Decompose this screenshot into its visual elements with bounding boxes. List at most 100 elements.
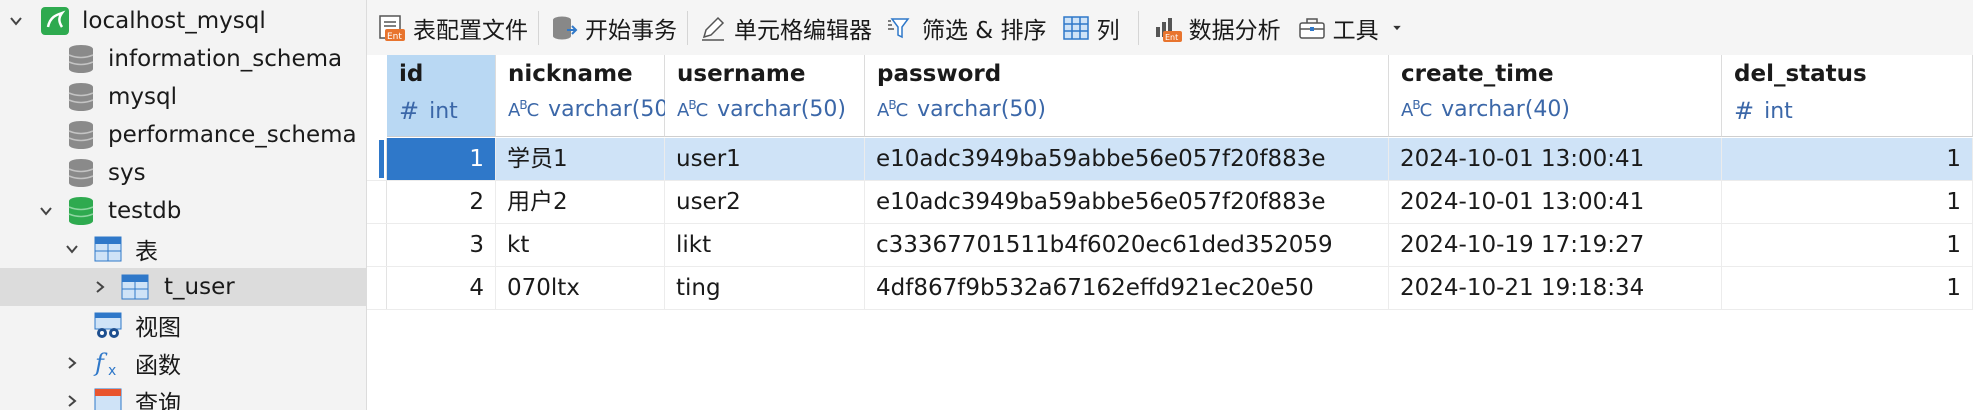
column-type: ABC varchar(50) [877, 97, 1046, 122]
cell-create-time[interactable]: 2024-10-19 17:19:27 [1389, 224, 1722, 266]
cell-nickname[interactable]: 070ltx [496, 267, 665, 309]
cell-password[interactable]: e10adc3949ba59abbe56e057f20f883e [865, 138, 1389, 180]
cell-password[interactable]: c33367701511b4f6020ec61ded352059 [865, 224, 1389, 266]
table-row[interactable]: 1 学员1 user1 e10adc3949ba59abbe56e057f20f… [367, 138, 1973, 181]
cell-create-time[interactable]: 2024-10-21 19:18:34 [1389, 267, 1722, 309]
data-grid: id # int nickname ABC varchar(50) username… [367, 55, 1973, 410]
svg-text:Ent: Ent [1165, 33, 1178, 42]
cell-id[interactable]: 4 [387, 267, 496, 309]
chevron-right-icon[interactable] [90, 277, 110, 297]
cell-username[interactable]: likt [665, 224, 865, 266]
begin-transaction-label: 开始事务 [585, 17, 677, 44]
tree-label: mysql [108, 84, 177, 110]
view-icon [94, 312, 122, 338]
table-row[interactable]: 3 kt likt c33367701511b4f6020ec61ded3520… [367, 224, 1973, 267]
chevron-down-icon[interactable] [6, 11, 26, 31]
text-type-icon: ABC [1401, 98, 1432, 121]
tree-item-database-open[interactable]: testdb [0, 192, 366, 230]
tree-label: t_user [164, 274, 235, 300]
table-profile-icon: Ent [379, 14, 405, 42]
column-type-label: int [1764, 98, 1793, 124]
data-analysis-button[interactable]: Ent 数据分析 [1153, 8, 1281, 48]
tree-item-table-selected[interactable]: t_user [0, 268, 366, 306]
tree-item-database[interactable]: mysql [0, 78, 366, 116]
tree-item-connection[interactable]: localhost_mysql [0, 2, 366, 40]
cell-create-time[interactable]: 2024-10-01 13:00:41 [1389, 181, 1722, 223]
columns-button[interactable]: 列 [1061, 8, 1120, 48]
column-type-label: varchar(50) [717, 97, 846, 122]
cell-nickname[interactable]: 用户2 [496, 181, 665, 223]
column-header-create-time[interactable]: create_time ABC varchar(40) [1389, 55, 1722, 137]
column-name: create_time [1401, 61, 1554, 87]
table-row[interactable]: 2 用户2 user2 e10adc3949ba59abbe56e057f20f… [367, 181, 1973, 224]
row-selector[interactable] [367, 138, 387, 180]
column-header-username[interactable]: username ABC varchar(50) [665, 55, 865, 137]
cell-nickname[interactable]: 学员1 [496, 138, 665, 180]
toolbar-divider [538, 10, 539, 45]
tools-dropdown-button[interactable]: 工具 [1297, 8, 1411, 48]
cell-id[interactable]: 2 [387, 181, 496, 223]
tree-label: information_schema [108, 46, 343, 72]
tree-item-database[interactable]: sys [0, 154, 366, 192]
cell-username[interactable]: user2 [665, 181, 865, 223]
column-type: ABC varchar(40) [1401, 97, 1570, 122]
tree-label: 视图 [135, 315, 181, 341]
tree-item-database[interactable]: performance_schema [0, 116, 366, 154]
row-selector[interactable] [367, 181, 387, 223]
cell-del-status[interactable]: 1 [1722, 224, 1973, 266]
column-header-password[interactable]: password ABC varchar(50) [865, 55, 1389, 137]
filter-sort-button[interactable]: 筛选 & 排序 [886, 8, 1047, 48]
cell-del-status[interactable]: 1 [1722, 267, 1973, 309]
tree-item-functions[interactable]: fx 函数 [0, 344, 366, 382]
cell-password[interactable]: e10adc3949ba59abbe56e057f20f883e [865, 181, 1389, 223]
chevron-down-icon[interactable] [62, 239, 82, 259]
tree-item-database[interactable]: information_schema [0, 40, 366, 78]
column-header-del-status[interactable]: del_status # int [1722, 55, 1973, 137]
table-profile-label: 表配置文件 [413, 17, 528, 44]
column-type-label: int [429, 98, 458, 124]
column-type: # int [1734, 97, 1793, 125]
column-header-id[interactable]: id # int [387, 55, 496, 137]
cell-password[interactable]: 4df867f9b532a67162effd921ec20e50 [865, 267, 1389, 309]
cell-username[interactable]: user1 [665, 138, 865, 180]
tree-label: localhost_mysql [82, 8, 266, 34]
database-icon [68, 121, 94, 149]
tree-item-queries[interactable]: 查询 [0, 382, 366, 410]
row-selector[interactable] [367, 267, 387, 309]
cell-username[interactable]: ting [665, 267, 865, 309]
column-name: password [877, 61, 1002, 87]
cell-id[interactable]: 3 [387, 224, 496, 266]
function-icon: fx [93, 349, 116, 379]
column-type-label: varchar(40) [1441, 97, 1570, 122]
table-row[interactable]: 4 070ltx ting 4df867f9b532a67162effd921e… [367, 267, 1973, 310]
toolbox-icon [1298, 17, 1325, 39]
column-type: ABC varchar(50) [508, 97, 677, 122]
tree-label: 表 [135, 239, 158, 265]
text-type-icon: ABC [508, 98, 539, 121]
row-selector[interactable] [367, 224, 387, 266]
column-type: ABC varchar(50) [677, 97, 846, 122]
table-profile-button[interactable]: Ent 表配置文件 [377, 8, 528, 48]
chevron-right-icon[interactable] [62, 391, 82, 410]
column-header-nickname[interactable]: nickname ABC varchar(50) [496, 55, 677, 137]
query-icon [94, 388, 122, 410]
cell-id[interactable]: 1 [387, 138, 496, 180]
tree-item-views[interactable]: 视图 [0, 306, 366, 344]
begin-transaction-button[interactable]: 开始事务 [549, 8, 677, 48]
cell-editor-button[interactable]: 单元格编辑器 [698, 8, 872, 48]
column-name: nickname [508, 61, 633, 87]
cell-del-status[interactable]: 1 [1722, 138, 1973, 180]
tree-label: 查询 [135, 391, 181, 410]
column-name: del_status [1734, 61, 1867, 87]
analysis-chart-icon: Ent [1155, 17, 1182, 42]
tree-item-tables[interactable]: 表 [0, 230, 366, 268]
cell-nickname[interactable]: kt [496, 224, 665, 266]
cell-create-time[interactable]: 2024-10-01 13:00:41 [1389, 138, 1722, 180]
cell-del-status[interactable]: 1 [1722, 181, 1973, 223]
pencil-icon [702, 16, 725, 41]
chevron-down-icon[interactable] [36, 201, 56, 221]
column-type: # int [399, 97, 458, 125]
database-icon [68, 45, 94, 73]
column-type-label: varchar(50) [548, 97, 677, 122]
chevron-right-icon[interactable] [62, 353, 82, 373]
